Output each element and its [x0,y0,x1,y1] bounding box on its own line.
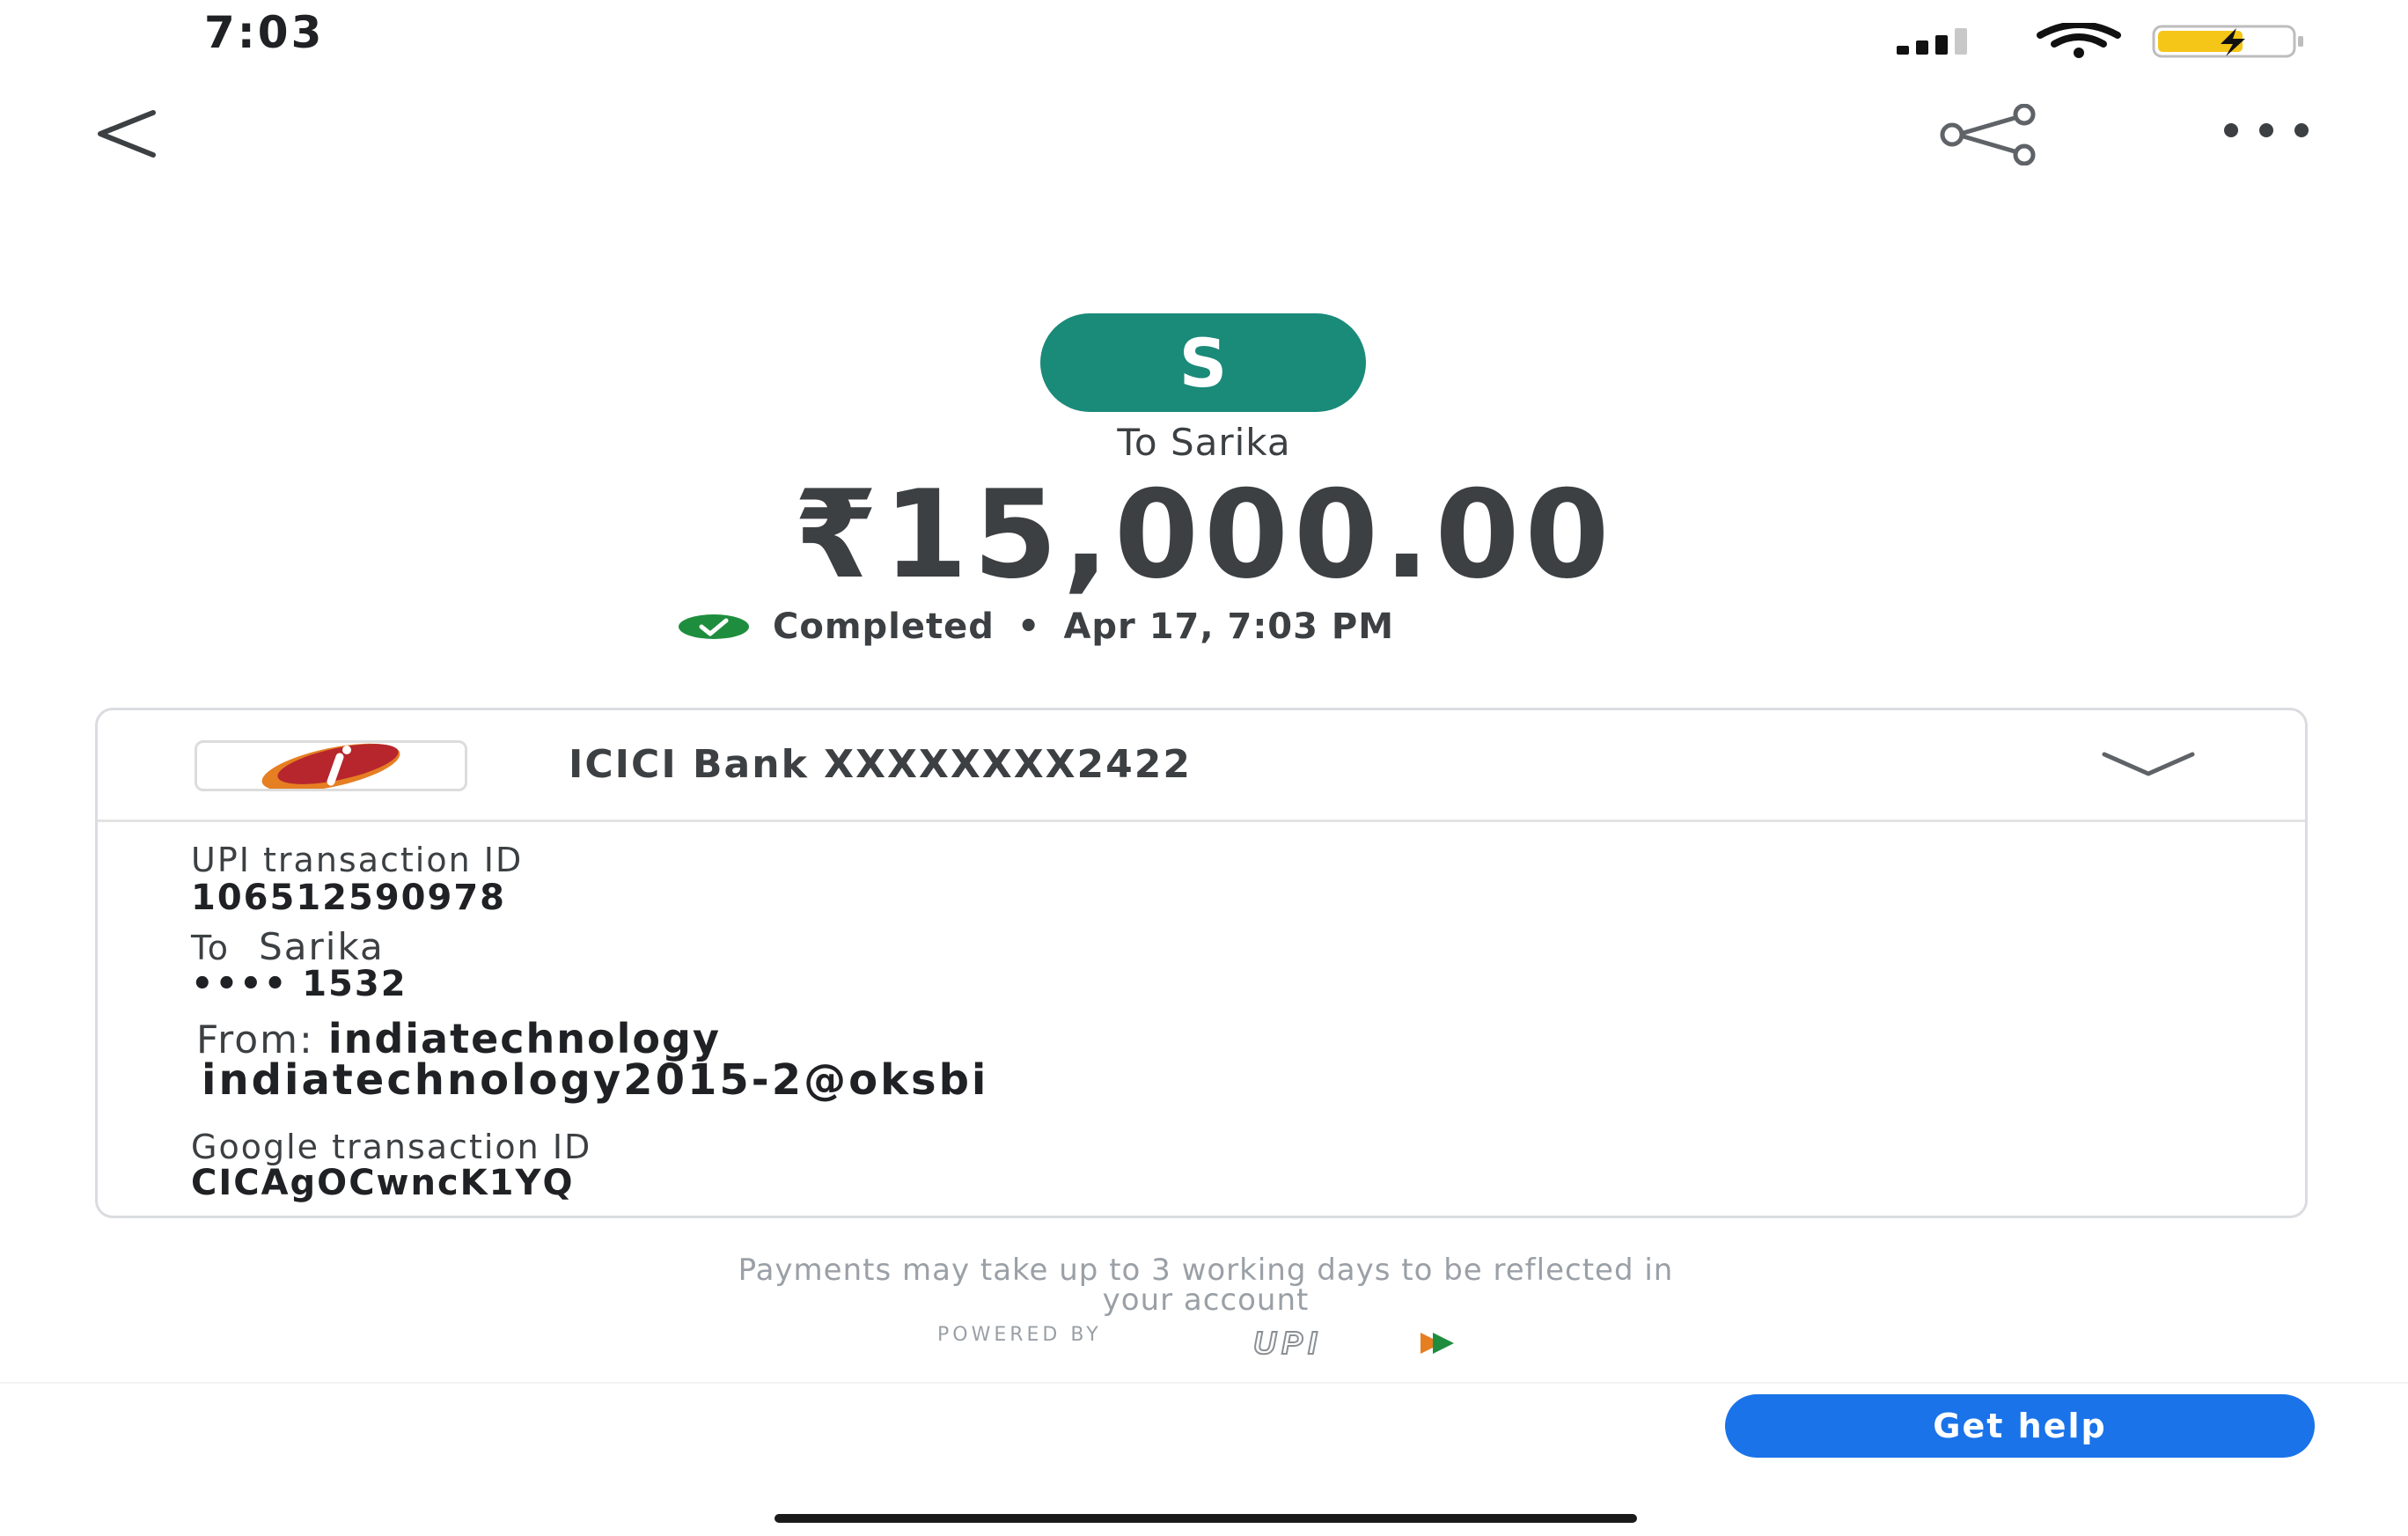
status-separator: • [1017,606,1041,647]
transaction-details-card: ICICI Bank XXXXXXXX2422 UPI transaction … [95,708,2308,1218]
notice-line-2: your account [1102,1282,1310,1318]
status-time: 7:03 [204,7,325,58]
signal-icon [1897,28,1967,55]
bank-account-row[interactable]: ICICI Bank XXXXXXXX2422 [98,710,2305,822]
to-account-masked: •••• 1532 [191,964,407,1004]
icici-logo [195,740,467,791]
wifi-icon [2037,23,2121,58]
more-horiz-icon [2224,123,2309,137]
recipient-avatar: S [1040,313,1366,412]
transaction-datetime: Apr 17, 7:03 PM [1063,606,1395,647]
bottom-divider [0,1382,2408,1384]
back-arrow-icon [98,110,156,158]
back-button[interactable] [84,97,173,167]
bank-account-name: ICICI Bank XXXXXXXX2422 [569,742,1192,787]
svg-text:UPI: UPI [1253,1327,1322,1359]
notice-line-1: Payments may take up to 3 working days t… [738,1253,1674,1288]
upi-logo: UPI [1252,1327,1454,1359]
get-help-button[interactable]: Get help [1725,1394,2315,1458]
expand-button[interactable] [2096,742,2201,786]
to-label: To [191,929,231,967]
upi-transaction-id-label: UPI transaction ID [191,841,524,879]
to-name: Sarika [259,925,385,968]
payment-status-line: Completed • Apr 17, 7:03 PM [678,606,1394,648]
check-circle-icon [679,614,749,639]
powered-by-label: POWERED BY [937,1324,1102,1346]
google-transaction-id-label: Google transaction ID [191,1128,592,1166]
share-button[interactable] [1933,103,2047,166]
google-transaction-id-value: CICAgOCwncK1YQ [191,1163,575,1203]
to-line: To Sarika [191,925,385,968]
recipient-name: To Sarika [1117,421,1291,464]
home-indicator [775,1514,1637,1523]
battery-charging-icon [2152,25,2303,58]
from-vpa: indiatechnology2015-2@oksbi [202,1055,989,1105]
share-icon [1940,103,2036,166]
more-options-button[interactable] [2213,113,2319,148]
status-text: Completed [773,606,995,647]
chevron-down-icon [2102,752,2195,776]
processing-notice: Payments may take up to 3 working days t… [317,1255,2095,1315]
upi-transaction-id-value: 106512590978 [191,878,506,918]
payment-amount: ₹15,000.00 [793,464,1615,606]
